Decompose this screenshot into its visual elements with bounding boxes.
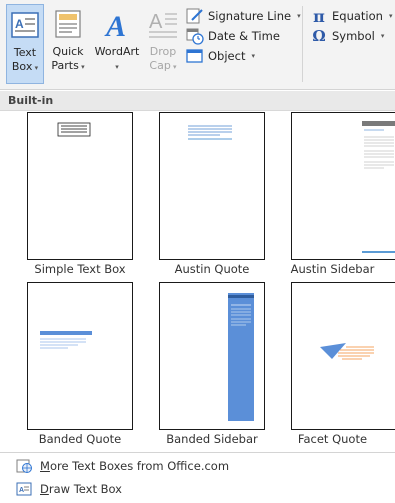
thumbnail-banded-quote[interactable]	[27, 282, 133, 430]
thumbnail-simple-text-box[interactable]	[27, 112, 133, 260]
gallery-item-label: Austin Quote	[174, 262, 250, 276]
drop-cap-label: Drop Cap ▾	[149, 45, 177, 72]
thumbnail-austin-quote[interactable]	[159, 112, 265, 260]
gallery-item-label: Facet Quote	[297, 432, 368, 446]
signature-line-button[interactable]: Signature Line ▾	[186, 6, 301, 26]
drop-cap-button[interactable]: A Drop Cap ▾	[146, 4, 180, 84]
wordart-button[interactable]: A WordArt ▾	[92, 4, 142, 84]
wordart-icon: A	[101, 8, 133, 43]
text-box-button[interactable]: A Text Box ▾	[6, 4, 44, 84]
text-box-label: Text Box ▾	[11, 46, 39, 73]
thumbnail-facet-quote[interactable]	[291, 282, 395, 430]
dropdown-arrow-icon: ▾	[170, 63, 177, 71]
drop-cap-icon: A	[147, 8, 179, 40]
quick-parts-button[interactable]: Quick Parts ▾	[48, 4, 88, 84]
insert-ribbon-text-group: A Text Box ▾ Quick Parts ▾ A WordArt ▾ A…	[0, 0, 395, 90]
dropdown-arrow-icon: ▾	[32, 64, 39, 72]
thumbnail-banded-sidebar[interactable]	[159, 282, 265, 430]
office-online-icon	[16, 458, 32, 474]
svg-text:A: A	[149, 11, 163, 33]
object-button[interactable]: Object ▾	[186, 46, 255, 66]
pi-icon: π	[313, 6, 325, 26]
signature-pen-icon	[186, 7, 204, 25]
date-time-button[interactable]: Date & Time	[186, 26, 280, 46]
dropdown-arrow-icon: ▾	[115, 63, 119, 71]
omega-icon: Ω	[312, 27, 326, 45]
built-in-section-header: Built-in	[0, 91, 395, 111]
gallery-item-label: Simple Text Box	[34, 262, 126, 276]
quick-parts-label: Quick Parts ▾	[51, 45, 85, 72]
equation-button[interactable]: π Equation ▾	[310, 6, 392, 26]
symbol-button[interactable]: Ω Symbol ▾	[310, 26, 384, 46]
dropdown-arrow-icon: ▾	[380, 32, 385, 40]
draw-text-box-icon: A	[16, 481, 32, 497]
more-text-boxes-menu-item[interactable]: More Text Boxes from Office.com	[0, 455, 395, 477]
text-box-icon: A	[9, 9, 41, 41]
dropdown-arrow-icon: ▾	[78, 63, 85, 71]
ribbon-separator	[302, 6, 303, 82]
calendar-clock-icon	[186, 27, 204, 45]
quick-parts-icon	[52, 8, 84, 40]
menu-separator	[0, 452, 395, 453]
draw-text-box-menu-item[interactable]: A Draw Text Box	[0, 478, 395, 500]
object-icon	[186, 47, 204, 65]
gallery-item-label: Banded Sidebar	[166, 432, 258, 446]
dropdown-arrow-icon: ▾	[297, 12, 301, 20]
wordart-label: WordArt ▾	[94, 45, 140, 71]
gallery-item-label: Austin Sidebar	[290, 262, 375, 276]
gallery-item-label: Banded Quote	[38, 432, 122, 446]
text-box-gallery: Simple Text Box Austin Quote Austin Side…	[0, 112, 395, 452]
svg-text:A: A	[15, 17, 24, 31]
svg-text:A: A	[104, 10, 126, 40]
dropdown-arrow-icon: ▾	[388, 12, 393, 20]
svg-text:A: A	[19, 487, 24, 494]
thumbnail-austin-sidebar[interactable]	[291, 112, 395, 260]
dropdown-arrow-icon: ▾	[251, 52, 255, 60]
